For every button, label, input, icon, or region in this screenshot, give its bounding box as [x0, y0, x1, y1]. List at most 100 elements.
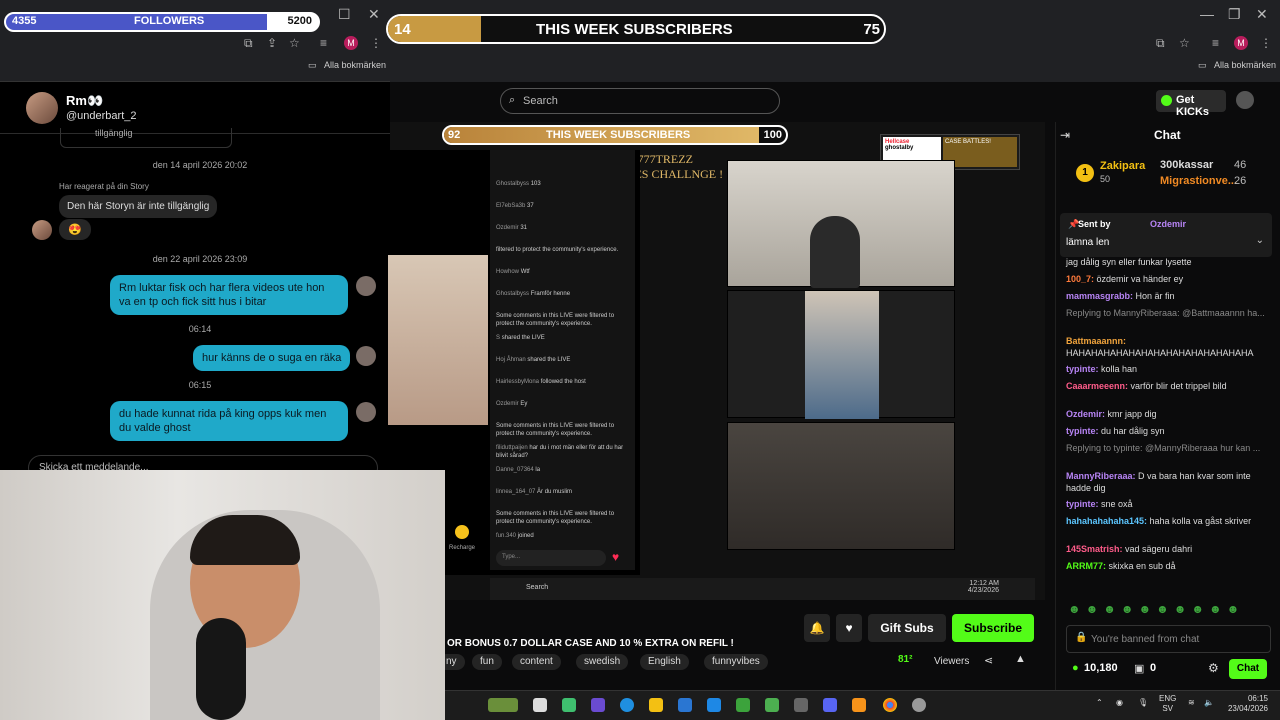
wifi-icon[interactable]: ≋ [1188, 698, 1195, 708]
stream-tag[interactable]: English [640, 654, 689, 670]
chat-message[interactable]: mammasgrabb: Hon är fin [1066, 290, 1271, 302]
followers-current: 4355 [12, 15, 37, 27]
profile-avatar[interactable]: M [1234, 36, 1248, 50]
share-icon[interactable]: ⋖ [984, 654, 993, 667]
network-tray-icon[interactable]: ◉ [1116, 698, 1123, 708]
get-kicks-button[interactable]: Get KICKs [1156, 90, 1226, 118]
tiktok-comment: S shared the LIVE [496, 335, 545, 341]
translate-icon[interactable]: ⧉ [244, 36, 253, 51]
profile-avatar[interactable]: M [344, 36, 358, 50]
discord-icon[interactable] [823, 698, 837, 712]
stream-tag[interactable]: content [512, 654, 561, 670]
app-icon[interactable] [852, 698, 866, 712]
close-icon[interactable]: ✕ [368, 6, 380, 23]
chat-message[interactable]: hahahahahaha145: haha kolla va gåst skri… [1066, 515, 1271, 527]
subscribe-button[interactable]: Subscribe [952, 614, 1034, 642]
stream-tag[interactable]: funnyvibes [704, 654, 768, 670]
chat-message[interactable]: ARRM77: skixka en sub då [1066, 560, 1271, 572]
chat-message[interactable]: Replying to MannyRiberaaa: @Battmaaannn … [1066, 307, 1271, 319]
contact-name[interactable]: Rm👀 [66, 93, 103, 109]
chevron-down-icon[interactable]: ⌄ [1256, 235, 1264, 246]
clock[interactable]: 06:15 23/04/2026 [1220, 694, 1268, 714]
app-icon[interactable] [794, 698, 808, 712]
heart-icon[interactable]: ♥ [612, 550, 619, 564]
coin-icon[interactable] [455, 525, 469, 539]
bookmarks-label[interactable]: Alla bokmärken [1214, 60, 1276, 70]
media-icon[interactable]: ≡ [320, 36, 327, 50]
translate-icon[interactable]: ⧉ [1156, 36, 1165, 51]
chat-message[interactable]: MannyRiberaaa: D va bara han kvar som in… [1066, 470, 1271, 494]
star-icon[interactable]: ☆ [1179, 36, 1190, 50]
own-avatar [356, 276, 376, 296]
media-icon[interactable]: ≡ [1212, 36, 1219, 50]
star-icon[interactable]: ☆ [289, 36, 300, 50]
volume-icon[interactable]: 🔈 [1204, 698, 1214, 708]
heart-follow-icon[interactable]: ♥ [836, 614, 862, 642]
app-icon[interactable] [736, 698, 750, 712]
tiktok-type-input[interactable]: Type... [496, 550, 606, 566]
language-indicator[interactable]: ENG SV [1159, 694, 1176, 714]
app-icon[interactable] [707, 698, 721, 712]
chat-message[interactable]: typinte: du har dålig syn [1066, 425, 1271, 437]
chevron-up-icon[interactable]: ⌃ [1096, 698, 1103, 708]
pin-sent-by: Sent by [1078, 219, 1111, 229]
bell-icon[interactable]: 🔔 [804, 614, 830, 642]
own-avatar [356, 402, 376, 422]
gift-subs-button[interactable]: Gift Subs [868, 614, 946, 642]
stream-title: OR BONUS 0.7 DOLLAR CASE AND 10 % EXTRA … [447, 638, 734, 649]
tiktok-comment: linnea_164_07 Är du muslim [496, 489, 573, 495]
minimize-icon[interactable]: — [1200, 6, 1214, 22]
search-input[interactable]: Search [500, 88, 780, 114]
menu-icon[interactable]: ⋮ [370, 36, 382, 50]
chat-message[interactable]: 145Smatrish: vad sägeru dahri [1066, 543, 1271, 555]
task-view-icon[interactable] [533, 698, 547, 712]
chat-message[interactable]: Caaarmeeenn: varför blir det trippel bil… [1066, 380, 1271, 392]
leader-name[interactable]: Migrastionve... [1160, 175, 1237, 187]
recharge-label[interactable]: Recharge [449, 545, 475, 551]
gear-icon[interactable]: ⚙ [1208, 661, 1219, 675]
emote-bar[interactable]: ☻☻☻☻☻☻☻☻☻☻ [1068, 602, 1244, 616]
user-avatar[interactable] [1236, 91, 1254, 109]
kicks-balance[interactable]: 10,180 [1084, 662, 1118, 674]
weather-icon[interactable] [488, 698, 518, 712]
tiktok-comment: Some comments in this LIVE were filtered… [496, 313, 615, 327]
store-icon[interactable] [678, 698, 692, 712]
pinned-message[interactable]: 📌 Sent by Ozdemir lämna len ⌄ [1060, 213, 1272, 257]
teams-icon[interactable] [591, 698, 605, 712]
pin-sender[interactable]: Ozdemir [1150, 219, 1186, 229]
leader-name[interactable]: 300kassar [1160, 159, 1213, 171]
maximize-icon[interactable]: ☐ [338, 6, 351, 23]
close-icon[interactable]: ✕ [1256, 6, 1268, 23]
edge-icon[interactable] [620, 698, 634, 712]
stream-tag[interactable]: swedish [576, 654, 629, 670]
collapse-chat-icon[interactable]: ⇥ [1060, 128, 1070, 142]
report-icon[interactable]: ▲ [1015, 653, 1026, 665]
chat-input[interactable]: You're banned from chat [1066, 625, 1271, 653]
chat-message[interactable]: 100_7: özdemir va händer ey [1066, 273, 1271, 285]
explorer-icon[interactable] [649, 698, 663, 712]
followers-goal: 5200 [287, 15, 312, 27]
mic-tray-icon[interactable]: 🎙 [1138, 698, 1148, 708]
chat-message[interactable]: typinte: kolla han [1066, 363, 1271, 375]
rank-badge: 1 [1076, 164, 1094, 182]
dm-thread[interactable]: tillgänglig den 14 april 2026 20:02 Har … [0, 128, 390, 474]
chat-message[interactable]: jag dålig syn eller funkar lysette [1066, 256, 1271, 268]
contact-avatar[interactable] [26, 92, 58, 124]
chat-message[interactable]: typinte: sne oxå [1066, 498, 1271, 510]
menu-icon[interactable]: ⋮ [1260, 36, 1272, 50]
chrome-icon[interactable] [883, 698, 897, 712]
install-icon[interactable]: ⇪ [267, 36, 277, 50]
chat-message[interactable]: Ozdemir: kmr japp dig [1066, 408, 1271, 420]
chat-message[interactable]: Replying to typinte: @MannyRiberaaa hur … [1066, 442, 1271, 454]
obs-icon[interactable] [912, 698, 926, 712]
restore-icon[interactable]: ❐ [1228, 6, 1241, 23]
leader-name[interactable]: Zakipara [1100, 160, 1145, 172]
copilot-icon[interactable] [562, 698, 576, 712]
tiktok-comment: Hoj Åhman shared the LIVE [496, 357, 571, 363]
bookmarks-label[interactable]: Alla bokmärken [324, 60, 386, 70]
stream-tag[interactable]: fun [472, 654, 502, 670]
gift-icon[interactable]: ▣ [1134, 662, 1144, 675]
chat-send-button[interactable]: Chat [1229, 659, 1267, 679]
chat-message[interactable]: Battmaaannn: HAHAHAHAHAHAHAHAHAHAHAHAHAH… [1066, 335, 1271, 359]
app-icon[interactable] [765, 698, 779, 712]
